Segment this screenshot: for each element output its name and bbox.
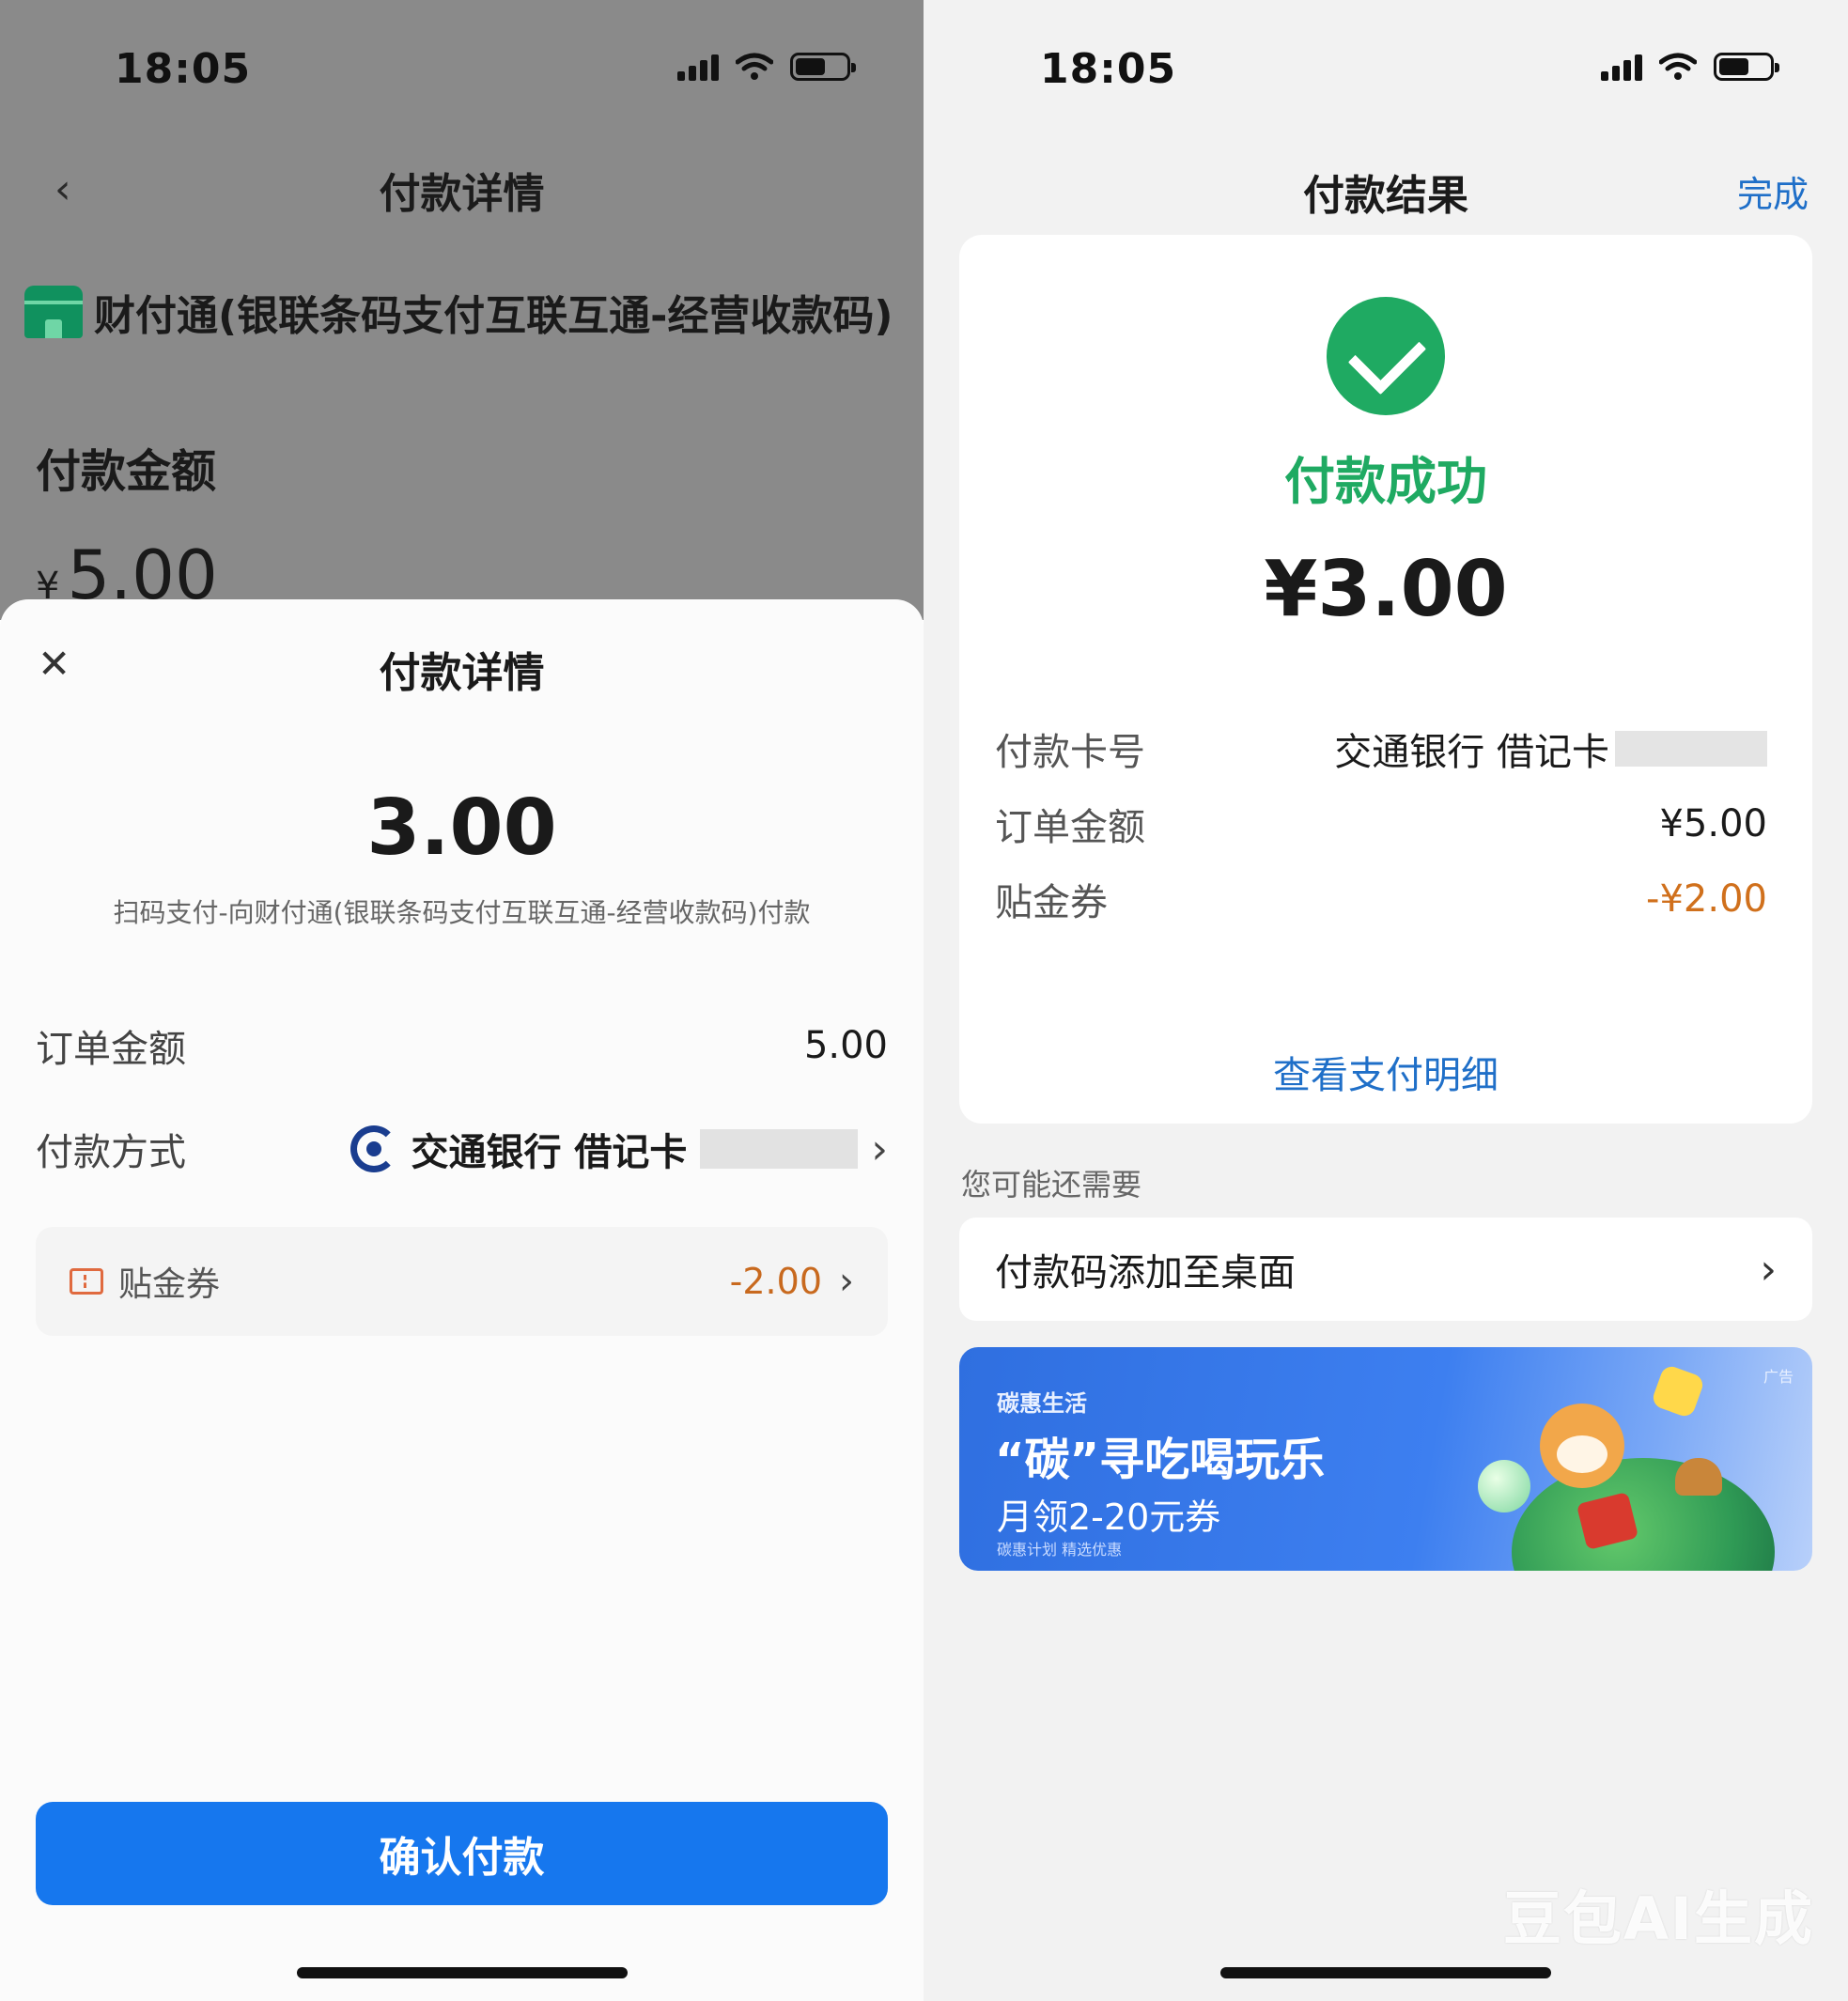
dimmed-background: 18:05 ‹ 付款详情 财付通(银联条码支付互联互通-经营收款码) 付款金额 …	[0, 0, 924, 620]
promo-banner[interactable]: 碳惠生活 广告 “碳”寻吃喝玩乐 月领2-20元券 碳惠计划 精选优惠	[959, 1347, 1812, 1571]
star-illustration	[1650, 1363, 1706, 1419]
home-indicator[interactable]	[296, 1967, 628, 1978]
banner-brand: 碳惠生活	[997, 1390, 1087, 1417]
coupon-label: 贴金券	[995, 881, 1108, 924]
home-indicator[interactable]	[1220, 1967, 1551, 1978]
card-number-value: 交通银行 借记卡	[1334, 721, 1767, 776]
card-number-mask	[700, 1129, 859, 1169]
battery-icon	[1714, 53, 1779, 81]
card-number-label: 付款卡号	[995, 731, 1145, 774]
signal-icon	[677, 53, 719, 81]
order-amount-label: 订单金额	[995, 806, 1145, 849]
chevron-right-icon: ›	[1760, 1245, 1777, 1294]
battery-icon	[790, 53, 856, 81]
mascot-illustration	[1540, 1404, 1624, 1488]
coupon-left: 贴金券	[70, 1257, 220, 1306]
card-number-row: 付款卡号 交通银行 借记卡	[995, 721, 1767, 776]
sheet-title: 付款详情	[379, 649, 545, 697]
bubble-illustration	[1478, 1460, 1530, 1512]
order-amount-row: 订单金额 5.00	[36, 1018, 888, 1073]
ad-tag: 广告	[1763, 1368, 1794, 1386]
status-icons	[1601, 53, 1779, 81]
payment-method-label: 付款方式	[36, 1131, 186, 1174]
payment-method-row[interactable]: 付款方式 交通银行 借记卡 ›	[36, 1122, 888, 1176]
status-bar: 18:05	[924, 45, 1847, 93]
shop-icon	[24, 286, 83, 338]
chevron-right-icon: ›	[839, 1260, 854, 1303]
coupon-right: -2.00 ›	[730, 1260, 854, 1303]
order-amount-label: 订单金额	[36, 1028, 186, 1071]
banner-subline: 月领2-20元券	[997, 1497, 1221, 1538]
status-time: 18:05	[1040, 45, 1177, 93]
merchant-name: 财付通(银联条码支付互联互通-经营收款码)	[94, 292, 893, 340]
banner-footnote: 碳惠计划 精选优惠	[997, 1541, 1123, 1559]
payment-result-screen: 18:05 付款结果 完成 付款成功 ¥3.00 付款卡号 交通银行 借记卡 订…	[924, 0, 1848, 2001]
order-amount-value: 5.00	[803, 1024, 888, 1067]
wifi-icon	[736, 53, 773, 80]
coupon-value: -2.00	[729, 1261, 822, 1302]
bank-card-name: 交通银行 借记卡	[411, 1131, 688, 1174]
order-amount-value: ¥5.00	[1659, 802, 1767, 845]
page-title: 付款详情	[379, 170, 545, 218]
watermark: 豆包AI生成	[1502, 1885, 1814, 1953]
coupon-value: -¥2.00	[1646, 877, 1767, 921]
burger-illustration	[1675, 1458, 1722, 1496]
add-to-desktop-label: 付款码添加至桌面	[995, 1251, 1296, 1295]
banner-headline: “碳”寻吃喝玩乐	[995, 1434, 1326, 1486]
signal-icon	[1601, 53, 1642, 81]
result-card: 付款成功 ¥3.00 付款卡号 交通银行 借记卡 订单金额 ¥5.00 贴金券 …	[959, 235, 1812, 1124]
status-bar: 18:05	[0, 45, 924, 93]
payment-method-value[interactable]: 交通银行 借记卡 ›	[350, 1122, 888, 1176]
view-payment-details-link[interactable]: 查看支付明细	[959, 1045, 1812, 1099]
recommend-heading: 您可能还需要	[961, 1167, 1142, 1202]
order-amount-row: 订单金额 ¥5.00	[995, 797, 1767, 851]
status-time: 18:05	[115, 45, 252, 93]
merchant-row: 财付通(银联条码支付互联互通-经营收款码)	[24, 282, 893, 342]
payment-status: 付款成功	[1284, 452, 1487, 511]
coupon-icon	[70, 1268, 103, 1295]
coupon-label: 贴金券	[118, 1265, 221, 1304]
paid-amount: ¥3.00	[1264, 545, 1508, 634]
top-nav: 付款结果 完成	[924, 162, 1848, 220]
payment-details-screen: 18:05 ‹ 付款详情 财付通(银联条码支付互联互通-经营收款码) 付款金额 …	[0, 0, 924, 2001]
top-nav: ‹ 付款详情	[0, 160, 924, 218]
pay-description: 扫码支付-向财付通(银联条码支付互联互通-经营收款码)付款	[113, 897, 811, 928]
page-title: 付款结果	[1303, 172, 1468, 220]
bank-logo-icon	[350, 1125, 398, 1172]
done-button[interactable]: 完成	[1737, 165, 1809, 217]
payment-sheet: ✕ 付款详情 3.00 扫码支付-向财付通(银联条码支付互联互通-经营收款码)付…	[0, 599, 924, 2001]
confirm-payment-button[interactable]: 确认付款	[36, 1802, 888, 1905]
card-bank-name: 交通银行 借记卡	[1334, 731, 1609, 774]
card-number-mask	[1615, 731, 1767, 767]
amount-label: 付款金额	[36, 445, 217, 498]
coupon-row[interactable]: 贴金券 -2.00 ›	[36, 1227, 888, 1336]
wifi-icon	[1659, 53, 1697, 80]
check-circle-icon	[1327, 297, 1445, 415]
status-icons	[677, 53, 856, 81]
add-to-desktop-row[interactable]: 付款码添加至桌面 ›	[959, 1218, 1812, 1321]
chevron-right-icon: ›	[871, 1125, 888, 1173]
coupon-row: 贴金券 -¥2.00	[995, 872, 1767, 926]
pay-amount: 3.00	[366, 783, 557, 873]
